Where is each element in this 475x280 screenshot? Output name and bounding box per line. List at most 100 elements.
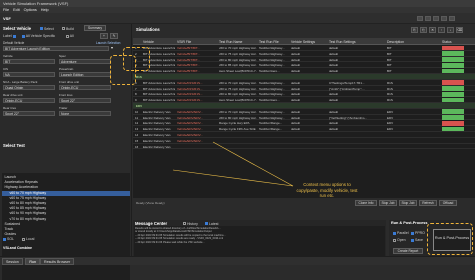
field-dropdown[interactable]: None <box>59 110 111 116</box>
run-option-label: Parallel <box>396 231 409 235</box>
table-row[interactable]: 16 Electric Delivery Van <box>133 144 475 150</box>
table-cell: TestRun/Highway... <box>259 51 285 56</box>
section-label: R1S <box>136 75 142 79</box>
menu-item-edit[interactable]: Edit <box>13 8 20 12</box>
run-option: PPRO <box>411 231 425 235</box>
table-cell: TestRun/Highway... <box>259 109 285 114</box>
run-option-checkbox[interactable] <box>411 231 414 235</box>
latest-option: Latest <box>205 222 219 226</box>
run-button-highlight <box>427 223 473 255</box>
table-cell: v60 to 75 mph Highway Acc... <box>219 51 257 56</box>
up-icon[interactable]: ↑ <box>438 27 445 33</box>
row-number: 8 <box>135 92 137 97</box>
table-cell: BIT Adventure Launch Edition <box>143 86 175 91</box>
column-header[interactable]: Test Run File <box>259 40 279 44</box>
table-cell: default <box>329 98 339 103</box>
chevron-down-icon[interactable]: ▾ <box>111 45 113 50</box>
mode-build-radio[interactable] <box>62 27 65 31</box>
bottom-tab[interactable]: Results Browser <box>40 258 75 265</box>
column-header[interactable]: VSIR File <box>177 40 191 44</box>
mode-select-label: Select <box>40 27 54 31</box>
column-header[interactable]: Vehicle Settings <box>291 40 315 44</box>
history-radio[interactable] <box>183 222 186 226</box>
menu-item-help[interactable]: Help <box>41 8 49 12</box>
menu-item-options[interactable]: Options <box>24 8 37 12</box>
sim-action-button[interactable]: Refresh <box>419 200 437 206</box>
clear-icon[interactable]: ⌫ <box>456 27 463 33</box>
table-cell: default <box>329 57 339 62</box>
mode-select-radio[interactable] <box>40 27 43 31</box>
bottom-tab[interactable]: Run <box>25 258 40 265</box>
run-option-checkbox[interactable] <box>393 231 396 235</box>
table-cell: Vehicle/EDV/EDV... <box>177 138 203 143</box>
table-cell: TestRun/Highway... <box>259 92 285 97</box>
new-icon[interactable] <box>417 16 423 21</box>
table-cell: default <box>291 115 301 120</box>
field-label: Powertrain <box>59 67 74 71</box>
table-cell: TestRun/Highway... <box>259 115 285 120</box>
sim-action-button[interactable]: Stop Job <box>379 200 397 206</box>
save-icon[interactable] <box>433 16 439 21</box>
run-option-checkbox[interactable] <box>411 238 414 242</box>
table-cell: R1S <box>387 86 393 91</box>
table-cell: v60 to 80 mph Highway Acc... <box>219 57 257 62</box>
add-icon[interactable]: + <box>100 33 108 39</box>
selected-vehicle-dropdown[interactable]: BIT Adventure Launch Edition <box>3 46 109 51</box>
menu-item-file[interactable]: File <box>3 8 9 12</box>
edit-icon[interactable]: ✎ <box>110 33 118 39</box>
sim-action-button[interactable]: Offload <box>439 200 457 206</box>
column-header[interactable]: Description <box>387 40 404 44</box>
table-cell: BIT Adventure Launch Edition <box>143 92 175 97</box>
table-cell: default <box>329 63 339 68</box>
paste-icon[interactable]: ⎗ <box>420 27 427 33</box>
table-cell: Electric Delivery Van <box>143 127 171 132</box>
help-icon[interactable] <box>449 16 455 21</box>
table-cell: default <box>291 51 301 56</box>
open-icon[interactable] <box>425 16 431 21</box>
field-label: Front tires <box>59 93 73 97</box>
down-icon[interactable]: ↓ <box>447 27 454 33</box>
run-option-label: PPRO <box>414 231 425 235</box>
field-dropdown[interactable]: NA <box>3 71 55 77</box>
table-cell: Vehicle/BIT/BIT... <box>177 57 200 62</box>
create-report-button[interactable]: Create Report <box>393 248 423 254</box>
delete-icon[interactable]: ✕ <box>429 27 436 33</box>
local-radio[interactable] <box>22 237 25 241</box>
summary-button[interactable]: Summary <box>84 25 106 31</box>
settings-icon[interactable] <box>441 16 447 21</box>
all-vehicle-specific-checkbox[interactable] <box>22 34 25 38</box>
field-dropdown[interactable]: Origin-ECU <box>3 97 55 103</box>
field-label: Front drive unit <box>59 80 80 84</box>
table-cell: R1S <box>387 92 393 97</box>
sol-radio[interactable] <box>3 237 6 241</box>
all-checkbox[interactable] <box>66 34 69 38</box>
field-dropdown[interactable]: BIT <box>3 58 55 64</box>
sim-action-button[interactable]: Stop Job <box>399 200 417 206</box>
column-header[interactable]: Test Run Settings <box>329 40 356 44</box>
launch-selection-link[interactable]: Launch Selection <box>96 41 120 45</box>
row-number: 15 <box>135 138 139 143</box>
field-dropdown[interactable]: Launch Edition <box>59 71 111 77</box>
label-checkbox[interactable] <box>12 34 16 38</box>
field-dropdown[interactable]: Quad Origin <box>3 84 55 90</box>
bottom-tab[interactable]: Session <box>2 258 23 265</box>
latest-radio[interactable] <box>205 222 208 226</box>
field-label: Rear tires <box>3 106 17 110</box>
table-cell: Vehicle/EDV/EDV... <box>177 121 203 126</box>
table-cell: Electric Delivery Van <box>143 121 171 126</box>
field-label: Spec <box>59 54 66 58</box>
column-header[interactable]: Test Run Name <box>219 40 242 44</box>
sim-action-button[interactable]: Clone Info <box>355 200 377 206</box>
table-cell: CTSettings/Temp17-TR1... <box>329 80 365 85</box>
field-dropdown[interactable]: Adventure <box>59 58 111 64</box>
field-dropdown[interactable]: Sport 22" <box>3 110 55 116</box>
column-header[interactable]: Vehicle <box>143 40 154 44</box>
column-header[interactable]: Status <box>442 40 452 44</box>
field-dropdown[interactable]: Sport 22" <box>59 97 111 103</box>
field-dropdown[interactable]: Origin-ECU <box>59 84 111 90</box>
table-cell: {"VehSetting":{"AmbientCo... <box>329 115 367 120</box>
copy-icon[interactable]: ⎘ <box>411 27 418 33</box>
table-cell: BIT <box>387 63 392 68</box>
run-option-checkbox[interactable] <box>393 238 396 242</box>
table-cell: default <box>291 46 301 50</box>
